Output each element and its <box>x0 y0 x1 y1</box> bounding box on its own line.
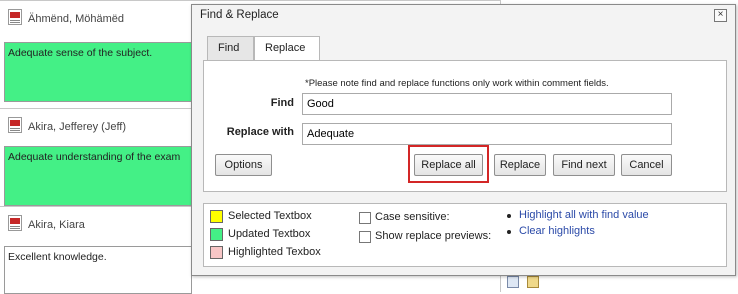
replace-panel: *Please note find and replace functions … <box>203 60 727 192</box>
student-name: Akira, Kiara <box>28 219 85 231</box>
close-icon[interactable]: × <box>714 9 727 22</box>
selected-swatch <box>210 210 223 223</box>
replace-button[interactable]: Replace <box>494 154 546 176</box>
show-previews-checkbox[interactable] <box>359 231 371 243</box>
replace-all-button[interactable]: Replace all <box>414 154 483 176</box>
updated-swatch <box>210 228 223 241</box>
find-replace-note: *Please note find and replace functions … <box>305 78 609 89</box>
bullet-icon <box>507 214 511 218</box>
pdf-icon[interactable] <box>8 117 22 133</box>
legend-highlighted-label: Highlighted Texbox <box>228 246 321 258</box>
pdf-icon[interactable] <box>8 9 22 25</box>
find-next-button[interactable]: Find next <box>553 154 615 176</box>
paste-icon[interactable] <box>527 276 539 288</box>
comment-textbox[interactable]: Adequate understanding of the exam <box>4 146 192 206</box>
pdf-icon[interactable] <box>8 215 22 231</box>
case-sensitive-label: Case sensitive: <box>375 211 450 223</box>
cancel-button[interactable]: Cancel <box>621 154 672 176</box>
legend-updated-label: Updated Textbox <box>228 228 311 240</box>
legend-selected-label: Selected Textbox <box>228 210 312 222</box>
dialog-title: Find & Replace <box>200 9 279 21</box>
student-name: Akira, Jefferey (Jeff) <box>28 121 127 133</box>
find-input[interactable] <box>302 93 672 115</box>
replace-input[interactable] <box>302 123 672 145</box>
legend-panel: Selected Textbox Updated Textbox Highlig… <box>203 203 727 267</box>
case-sensitive-checkbox[interactable] <box>359 212 371 224</box>
options-button[interactable]: Options <box>215 154 272 176</box>
show-previews-label: Show replace previews: <box>375 230 492 242</box>
comment-textbox[interactable]: Excellent knowledge. <box>4 246 192 294</box>
highlight-all-link[interactable]: Highlight all with find value <box>519 209 649 221</box>
highlighted-swatch <box>210 246 223 259</box>
comment-textbox[interactable]: Adequate sense of the subject. <box>4 42 192 102</box>
copy-icon[interactable] <box>507 276 519 288</box>
replace-with-label: Replace with <box>226 126 294 138</box>
tab-find[interactable]: Find <box>207 36 254 60</box>
student-name: Ähmënd, Möhämëd <box>28 13 124 25</box>
tab-replace[interactable]: Replace <box>254 36 320 61</box>
bullet-icon <box>507 230 511 234</box>
clear-highlights-link[interactable]: Clear highlights <box>519 225 595 237</box>
find-replace-dialog: Find & Replace × Find Replace *Please no… <box>191 4 736 276</box>
find-label: Find <box>270 97 294 109</box>
